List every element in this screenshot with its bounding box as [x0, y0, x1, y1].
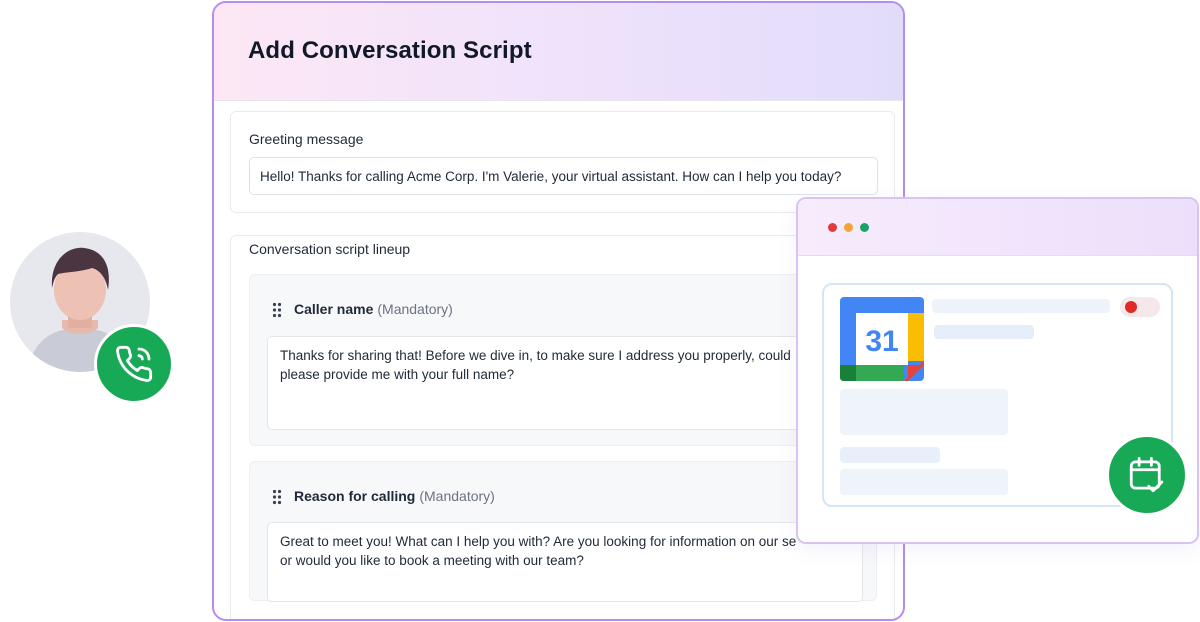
step-name: Reason for calling: [294, 488, 416, 504]
step-name: Caller name: [294, 301, 374, 317]
placeholder-line: [840, 447, 940, 463]
page-title: Add Conversation Script: [248, 37, 532, 64]
window-maximize-dot[interactable]: [860, 223, 869, 232]
lineup-step-caller-name[interactable]: Caller name (Mandatory) Thanks for sharin…: [249, 274, 877, 446]
window-minimize-dot[interactable]: [844, 223, 853, 232]
calendar-day-number: 31: [865, 325, 898, 358]
lineup-step-reason-for-calling[interactable]: Reason for calling (Mandatory) Great to m…: [249, 461, 877, 602]
drag-handle-icon[interactable]: [272, 489, 282, 505]
calendar-check-badge[interactable]: [1106, 434, 1188, 516]
step-title: Reason for calling (Mandatory): [294, 488, 495, 504]
placeholder-block: [840, 469, 1008, 495]
placeholder-line: [934, 325, 1034, 339]
step-script-textarea[interactable]: Great to meet you! What can I help you w…: [267, 522, 863, 602]
greeting-label: Greeting message: [249, 131, 364, 147]
phone-call-badge[interactable]: [94, 324, 174, 404]
lineup-label: Conversation script lineup: [249, 241, 411, 257]
greeting-section: Greeting message Hello! Thanks for calli…: [230, 111, 895, 213]
mandatory-tag: (Mandatory): [419, 488, 495, 504]
mandatory-tag: (Mandatory): [377, 301, 453, 317]
script-header: Add Conversation Script: [214, 3, 903, 101]
placeholder-block: [840, 389, 1008, 435]
calendar-sync-toggle[interactable]: [1120, 297, 1160, 317]
step-script-textarea[interactable]: Thanks for sharing that! Before we dive …: [267, 336, 863, 430]
google-calendar-icon: 31: [840, 297, 924, 381]
calendar-check-icon: [1129, 456, 1164, 493]
greeting-message-input[interactable]: Hello! Thanks for calling Acme Corp. I'm…: [249, 157, 878, 195]
placeholder-line: [932, 299, 1110, 313]
window-titlebar: [798, 199, 1197, 256]
phone-call-icon: [116, 345, 153, 382]
toggle-knob: [1125, 301, 1137, 313]
drag-handle-icon[interactable]: [272, 302, 282, 318]
window-close-dot[interactable]: [828, 223, 837, 232]
step-title: Caller name (Mandatory): [294, 301, 453, 317]
